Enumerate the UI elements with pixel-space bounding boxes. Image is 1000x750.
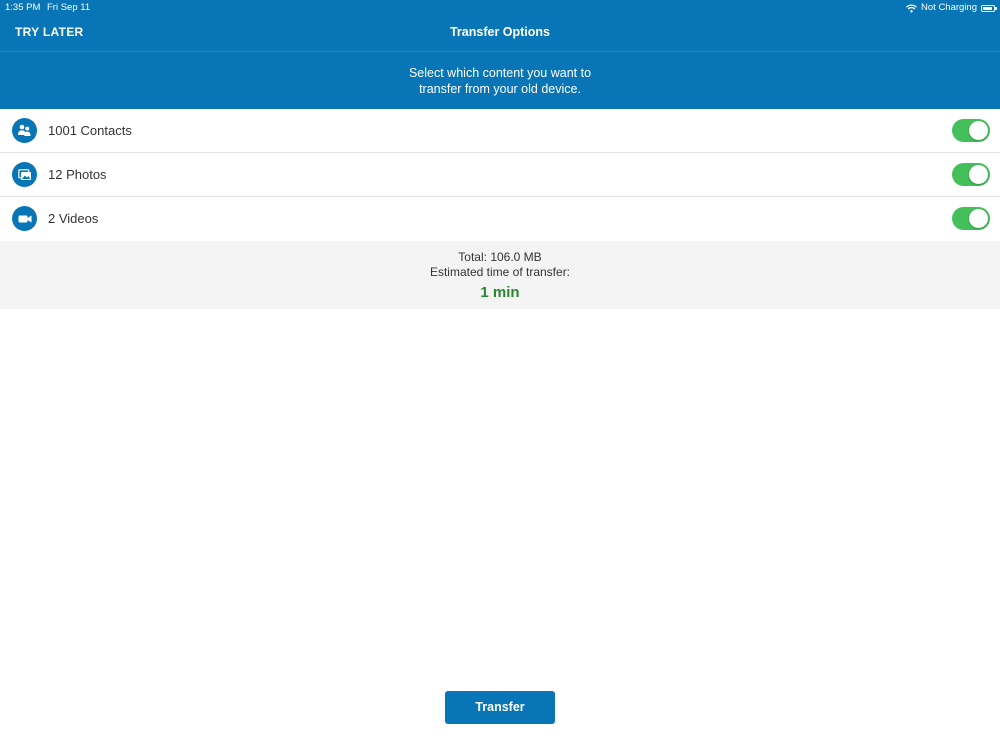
estimate-label: Estimated time of transfer: (429, 265, 571, 279)
list-item-videos: 2 Videos (0, 197, 1000, 241)
instruction-line-2: transfer from your old device. (419, 82, 581, 96)
status-right: Not Charging (906, 0, 997, 16)
charging-status: Not Charging (921, 2, 977, 13)
content-list: 1001 Contacts 12 Photos 2 Videos (0, 109, 1000, 241)
battery-icon (981, 4, 997, 12)
status-bar: 1:35 PM Fri Sep 11 Not Charging (0, 0, 1000, 16)
photos-toggle[interactable] (952, 163, 990, 186)
wifi-icon (906, 3, 917, 12)
photos-icon (12, 162, 37, 187)
instruction-line-1: Select which content you want to (408, 66, 592, 80)
status-time: 1:35 PM (5, 2, 41, 13)
page-title: Transfer Options (449, 25, 551, 39)
total-size: Total: 106.0 MB (458, 250, 542, 264)
instruction-banner: Select which content you want to transfe… (0, 52, 1000, 109)
estimate-value: 1 min (480, 284, 520, 301)
contacts-icon (12, 118, 37, 143)
list-item-label: 12 Photos (48, 167, 107, 182)
nav-bar: TRY LATER Transfer Options (0, 16, 1000, 52)
contacts-toggle[interactable] (952, 119, 990, 142)
list-item-label: 2 Videos (48, 211, 99, 226)
status-date: Fri Sep 11 (47, 2, 91, 13)
transfer-summary: Total: 106.0 MB Estimated time of transf… (0, 241, 1000, 309)
video-camera-icon (12, 206, 37, 231)
list-item-photos: 12 Photos (0, 153, 1000, 197)
videos-toggle[interactable] (952, 207, 990, 230)
transfer-button[interactable]: Transfer (445, 691, 555, 724)
list-item-label: 1001 Contacts (48, 123, 132, 138)
list-item-contacts: 1001 Contacts (0, 109, 1000, 153)
